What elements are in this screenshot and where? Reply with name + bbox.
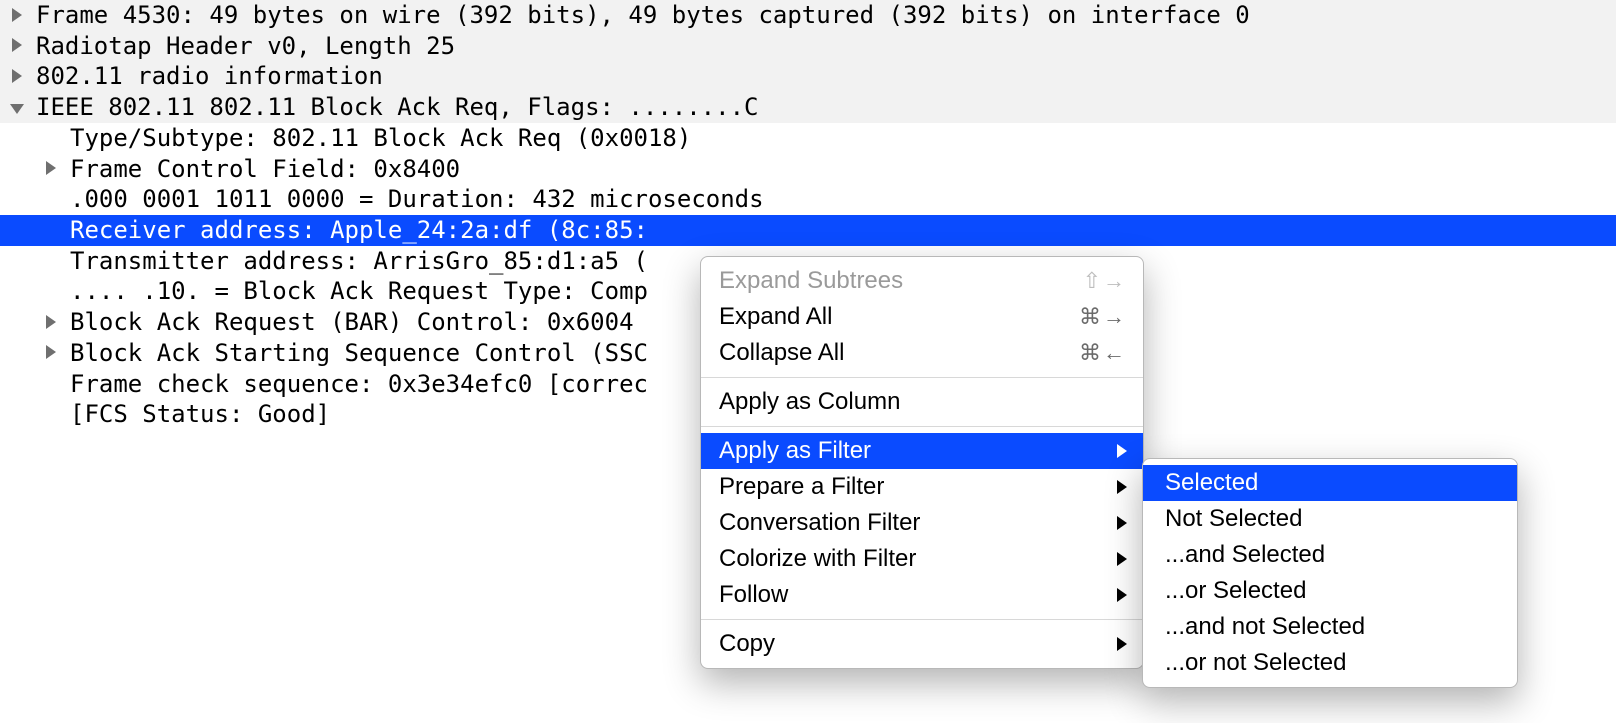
menu-item-expand-subtrees: Expand Subtrees ⇧→ (701, 263, 1143, 299)
row-label: Frame 4530: 49 bytes on wire (392 bits),… (36, 0, 1250, 31)
menu-shortcut: ⇧→ (1083, 268, 1127, 294)
menu-item-copy[interactable]: Copy (701, 626, 1143, 662)
menu-item-apply-as-filter[interactable]: Apply as Filter (701, 433, 1143, 469)
menu-item-follow[interactable]: Follow (701, 577, 1143, 613)
submenu-item-label: Selected (1165, 469, 1258, 496)
row-label: Frame Control Field: 0x8400 (70, 154, 460, 185)
menu-item-label: Colorize with Filter (719, 545, 916, 573)
row-radio-info[interactable]: 802.11 radio information (0, 61, 1616, 92)
row-frame[interactable]: Frame 4530: 49 bytes on wire (392 bits),… (0, 0, 1616, 31)
submenu-item--or-not-selected[interactable]: ...or not Selected (1143, 645, 1517, 681)
menu-item-label: Copy (719, 630, 775, 658)
menu-item-label: Follow (719, 581, 788, 609)
menu-separator (701, 377, 1143, 378)
menu-item-label: Collapse All (719, 339, 844, 367)
row-label: .000 0001 1011 0000 = Duration: 432 micr… (70, 184, 764, 215)
expand-icon[interactable] (4, 33, 30, 59)
row-label: Block Ack Request (BAR) Control: 0x6004 (70, 307, 634, 338)
menu-item-collapse-all[interactable]: Collapse All ⌘← (701, 335, 1143, 371)
row-label: [FCS Status: Good] (70, 399, 330, 430)
menu-item-expand-all[interactable]: Expand All ⌘→ (701, 299, 1143, 335)
expand-icon[interactable] (38, 310, 64, 336)
apply-as-filter-submenu[interactable]: Selected Not Selected ...and Selected ...or… (1142, 458, 1518, 688)
row-label: 802.11 radio information (36, 61, 383, 92)
row-frame-control[interactable]: Frame Control Field: 0x8400 (0, 154, 1616, 185)
expand-icon[interactable] (38, 156, 64, 182)
submenu-item-label: ...or Selected (1165, 577, 1306, 604)
chevron-right-icon (1117, 637, 1127, 651)
submenu-item-not-selected[interactable]: Not Selected (1143, 501, 1517, 537)
expand-icon[interactable] (38, 340, 64, 366)
row-label: Frame check sequence: 0x3e34efc0 [correc (70, 369, 648, 400)
row-label: Type/Subtype: 802.11 Block Ack Req (0x00… (70, 123, 691, 154)
row-label: Block Ack Starting Sequence Control (SSC (70, 338, 648, 369)
row-label: .... .10. = Block Ack Request Type: Comp (70, 276, 648, 307)
menu-shortcut: ⌘← (1079, 340, 1127, 366)
submenu-item-label: ...or not Selected (1165, 649, 1346, 676)
row-duration[interactable]: .000 0001 1011 0000 = Duration: 432 micr… (0, 184, 1616, 215)
row-receiver-address[interactable]: Receiver address: Apple_24:2a:df (8c:85: (0, 215, 1616, 246)
row-type-subtype[interactable]: Type/Subtype: 802.11 Block Ack Req (0x00… (0, 123, 1616, 154)
row-radiotap[interactable]: Radiotap Header v0, Length 25 (0, 31, 1616, 62)
expand-icon[interactable] (4, 3, 30, 29)
row-ieee80211[interactable]: IEEE 802.11 802.11 Block Ack Req, Flags:… (0, 92, 1616, 123)
chevron-right-icon (1117, 480, 1127, 494)
chevron-right-icon (1117, 588, 1127, 602)
row-label: Receiver address: Apple_24:2a:df (8c:85: (70, 215, 648, 246)
menu-item-label: Conversation Filter (719, 509, 920, 537)
menu-item-conversation-filter[interactable]: Conversation Filter (701, 505, 1143, 541)
chevron-right-icon (1117, 444, 1127, 458)
submenu-item--and-not-selected[interactable]: ...and not Selected (1143, 609, 1517, 645)
submenu-item--and-selected[interactable]: ...and Selected (1143, 537, 1517, 573)
menu-item-label: Apply as Column (719, 388, 900, 416)
menu-shortcut: ⌘→ (1079, 304, 1127, 330)
menu-item-label: Expand Subtrees (719, 267, 903, 295)
menu-item-label: Apply as Filter (719, 437, 871, 465)
expand-icon[interactable] (4, 64, 30, 90)
submenu-item-label: Not Selected (1165, 505, 1302, 532)
menu-item-label: Expand All (719, 303, 832, 331)
context-menu[interactable]: Expand Subtrees ⇧→ Expand All ⌘→ Collapse Al… (700, 256, 1144, 669)
row-label: Radiotap Header v0, Length 25 (36, 31, 455, 62)
row-label: IEEE 802.11 802.11 Block Ack Req, Flags:… (36, 92, 758, 123)
chevron-right-icon (1117, 516, 1127, 530)
submenu-item-label: ...and Selected (1165, 541, 1325, 568)
chevron-right-icon (1117, 552, 1127, 566)
menu-item-colorize-with-filter[interactable]: Colorize with Filter (701, 541, 1143, 577)
row-label: Transmitter address: ArrisGro_85:d1:a5 ( (70, 246, 648, 277)
menu-item-apply-as-column[interactable]: Apply as Column (701, 384, 1143, 420)
menu-separator (701, 619, 1143, 620)
submenu-item-selected[interactable]: Selected (1143, 465, 1517, 501)
menu-separator (701, 426, 1143, 427)
collapse-icon[interactable] (4, 95, 30, 121)
menu-item-prepare-a-filter[interactable]: Prepare a Filter (701, 469, 1143, 505)
menu-item-label: Prepare a Filter (719, 473, 884, 501)
submenu-item-label: ...and not Selected (1165, 613, 1365, 640)
submenu-item--or-selected[interactable]: ...or Selected (1143, 573, 1517, 609)
